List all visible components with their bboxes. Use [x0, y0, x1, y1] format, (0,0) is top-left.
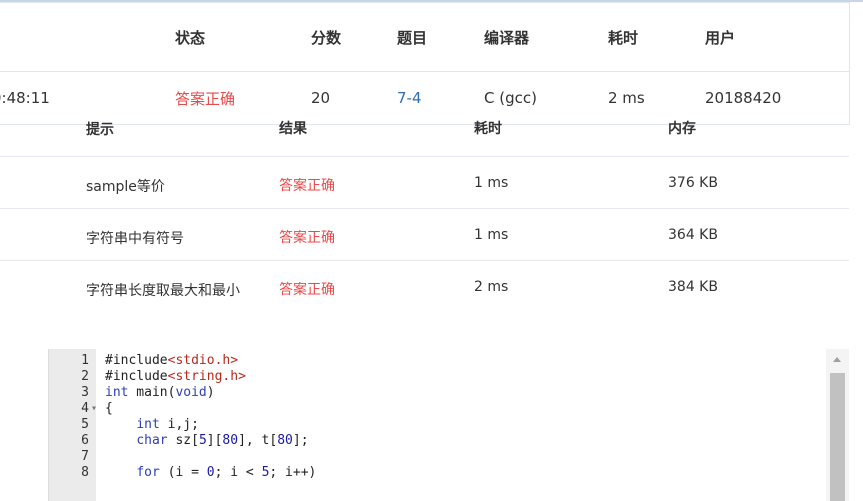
summary-header-row: 状态 分数 题目 编译器 耗时 用户	[0, 3, 849, 72]
testcase-result: 答案正确	[279, 282, 335, 298]
header-hint: 提示	[86, 122, 114, 138]
scrollbar-thumb[interactable]	[830, 373, 845, 501]
header-testcase-elapsed: 耗时	[474, 121, 502, 137]
code-text: #include<string.h>	[105, 369, 246, 384]
table-row: sample等价 答案正确 1 ms 376 KB	[0, 157, 849, 209]
testcase-memory: 376 KB	[668, 175, 718, 191]
header-status: 状态	[175, 28, 206, 47]
line-number: 3	[81, 385, 89, 400]
testcase-table: 提示 结果 耗时 内存 sample等价 答案正确 1 ms 376 KB 字符…	[0, 104, 849, 330]
header-elapsed: 耗时	[608, 28, 639, 47]
line-number: 1	[81, 353, 89, 368]
header-problem: 题目	[397, 28, 428, 47]
header-memory: 内存	[668, 121, 696, 137]
testcase-result: 答案正确	[279, 178, 335, 194]
testcase-hint: 字符串中有符号	[86, 231, 184, 247]
line-number: 4	[81, 401, 89, 416]
header-user: 用户	[705, 28, 736, 47]
code-text: char sz[5][80], t[80];	[136, 433, 309, 448]
header-score: 分数	[311, 28, 342, 47]
testcase-memory: 364 KB	[668, 227, 718, 243]
code-editor[interactable]: 1 #include<stdio.h> 2 #include<string.h> 3 in…	[48, 349, 850, 501]
code-text: {	[105, 401, 113, 416]
table-row: 字符串中有符号 答案正确 1 ms 364 KB	[0, 209, 849, 261]
testcase-result: 答案正确	[279, 230, 335, 246]
line-number: 6	[81, 433, 89, 448]
testcase-header-row: 提示 结果 耗时 内存	[0, 104, 849, 157]
testcase-hint: 字符串长度取最大和最小	[86, 283, 240, 299]
testcase-elapsed: 1 ms	[474, 227, 509, 243]
testcase-hint: sample等价	[86, 179, 165, 195]
header-result: 结果	[279, 121, 307, 137]
code-scrollbar[interactable]	[826, 349, 849, 501]
line-number: 8	[81, 465, 89, 480]
testcase-elapsed: 1 ms	[474, 175, 509, 191]
code-text: #include<stdio.h>	[105, 353, 239, 368]
fold-toggle-icon[interactable]: ▾	[91, 401, 97, 417]
testcase-memory: 384 KB	[668, 279, 718, 295]
line-number: 7	[81, 449, 89, 464]
scroll-up-arrow-icon[interactable]	[833, 357, 841, 362]
line-number: 2	[81, 369, 89, 384]
code-text: int i,j;	[136, 417, 199, 432]
testcase-elapsed: 2 ms	[474, 279, 509, 295]
code-text: for (i = 0; i < 5; i++)	[136, 465, 317, 480]
table-row: 字符串长度取最大和最小 答案正确 2 ms 384 KB	[0, 261, 849, 330]
header-compiler: 编译器	[484, 28, 530, 47]
code-text: int main(void)	[105, 385, 215, 400]
line-number: 5	[81, 417, 89, 432]
